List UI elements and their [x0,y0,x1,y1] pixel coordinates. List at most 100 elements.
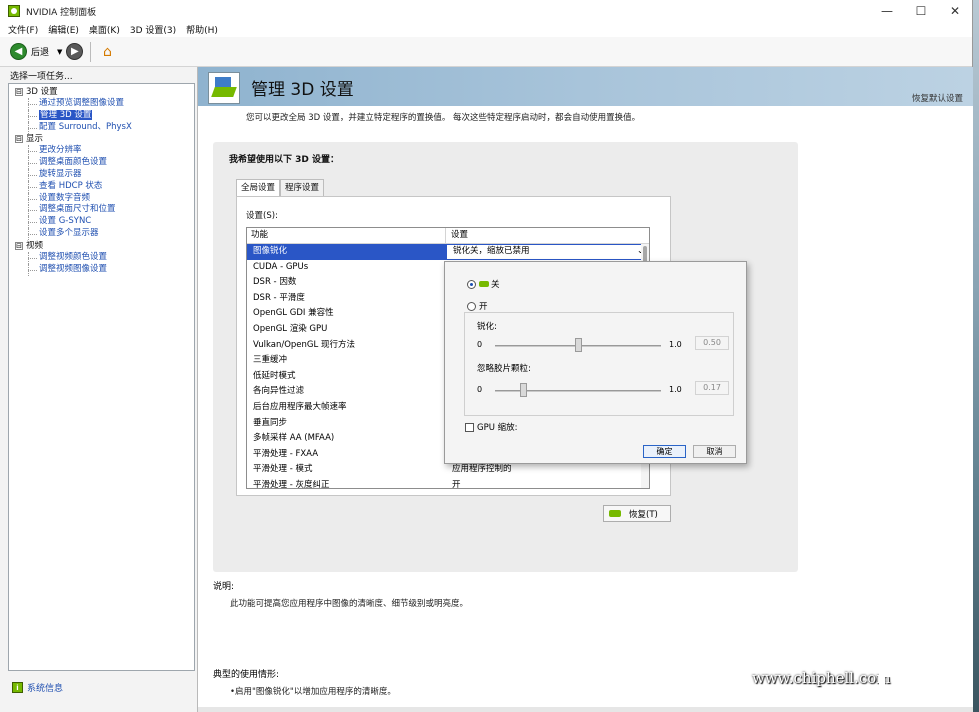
setting-cell: 应用程序控制的 [452,464,512,475]
tree-category-label: 3D 设置 [26,87,58,97]
grain-value-field[interactable]: 0.17 [695,381,729,395]
grain-label: 忽略胶片颗粒: [477,364,531,374]
horizontal-scrollbar[interactable] [198,707,973,712]
nvidia-badge-icon [479,281,489,287]
nvidia-badge-icon [609,510,621,517]
task-pane: 选择一项任务... ⊟ 3D 设置 通过预览调整图像设置 管理 3D 设置 配置… [0,67,197,712]
system-info-label[interactable]: 系统信息 [27,681,63,694]
feature-cell: CUDA - GPUs [253,261,309,272]
tab-global-settings[interactable]: 全局设置 [236,179,281,196]
feature-cell: 各向异性过滤 [253,386,305,397]
feature-cell: DSR - 因数 [253,277,297,288]
3d-settings-icon [208,72,240,104]
toolbar-divider [90,41,92,62]
task-pane-title: 选择一项任务... [10,72,73,82]
feature-cell: 平滑处理 - 模式 [253,464,313,475]
gpu-scaling-checkbox[interactable] [465,422,474,432]
table-row[interactable]: 图像锐化 锐化关，缩放已禁用 ⌄ [247,244,649,260]
tree-item-change-resolution[interactable]: 更改分辨率 [15,145,194,158]
sharpen-slider-thumb[interactable] [575,338,582,352]
radio-off[interactable] [467,279,476,289]
option-on-label: 开 [479,302,488,312]
option-off[interactable]: 关 [467,278,500,290]
cancel-button[interactable]: 取消 [693,445,736,458]
tree-item-video-image[interactable]: 调整视频图像设置 [15,263,194,276]
grain-slider-thumb[interactable] [520,383,528,397]
table-row[interactable]: 平滑处理 - 灰度纠正 开 [247,478,649,489]
tree-item-desktop-size-position[interactable]: 调整桌面尺寸和位置 [15,204,194,217]
menu-help[interactable]: 帮助(H) [186,23,218,36]
system-info-link[interactable]: i 系统信息 [12,681,63,694]
description-text: 此功能可提高您应用程序中图像的清晰度、细节级别或明亮度。 [230,599,469,609]
ok-button[interactable]: 确定 [643,445,686,458]
feature-cell: 图像锐化 [247,244,446,260]
feature-cell: OpenGL GDI 兼容性 [253,308,334,319]
tree-category-display[interactable]: ⊟ 显示 [15,133,194,145]
tree-item-rotate-display[interactable]: 旋转显示器 [15,168,194,181]
back-arrow-icon[interactable]: ◀ [10,43,27,60]
menu-3d-settings[interactable]: 3D 设置(3) [130,23,176,36]
tree-item-digital-audio[interactable]: 设置数字音频 [15,192,194,205]
tree-item-gsync[interactable]: 设置 G-SYNC [15,216,194,228]
tree-item-desktop-color[interactable]: 调整桌面颜色设置 [15,157,194,169]
tree-category-video[interactable]: ⊟ 视频 [15,240,194,252]
nvidia-app-icon [8,5,20,17]
menu-bar: 文件(F) 编辑(E) 桌面(K) 3D 设置(3) 帮助(H) [0,22,972,37]
back-history-dropdown[interactable]: ▼ [57,48,62,56]
feature-cell: 后台应用程序最大帧速率 [253,401,347,412]
tree-item-configure-surround-physx[interactable]: 配置 Surround、PhysX [15,121,194,134]
page-title: 管理 3D 设置 [251,80,354,100]
back-button-label[interactable]: 后退 [31,45,49,58]
menu-edit[interactable]: 编辑(E) [48,23,79,36]
tree-item-preview-image-settings[interactable]: 通过预览调整图像设置 [15,98,194,110]
tree-category-label: 视频 [26,240,44,251]
feature-cell: OpenGL 渲染 GPU [253,323,328,334]
tree-item-hdcp-status[interactable]: 查看 HDCP 状态 [15,180,194,193]
restore-defaults-link[interactable]: 恢复默认设置 [912,92,963,104]
content-pane: 管理 3D 设置 恢复默认设置 您可以更改全局 3D 设置，并建立特定程序的置换… [197,67,973,712]
table-row[interactable]: 平滑处理 - 模式 应用程序控制的 [247,462,649,478]
usage-label: 典型的使用情形: [213,670,280,680]
option-on[interactable]: 开 [467,300,488,312]
nvidia-control-panel-window: NVIDIA 控制面板 — ☐ ✕ 文件(F) 编辑(E) 桌面(K) 3D 设… [0,0,973,712]
menu-desktop[interactable]: 桌面(K) [89,23,120,36]
minimize-button[interactable]: — [870,0,904,22]
forward-arrow-icon[interactable]: ▶ [66,43,84,60]
feature-cell: 低延时模式 [253,370,296,381]
description-label: 说明: [213,582,235,592]
close-button[interactable]: ✕ [938,0,972,22]
sharpen-max: 1.0 [669,340,682,349]
menu-file[interactable]: 文件(F) [8,23,38,36]
sharpening-options-group: 锐化: 0 1.0 0.50 忽略胶片颗粒: 0 1.0 0.17 [464,312,734,416]
sharpen-value-field[interactable]: 0.50 [695,336,729,350]
option-off-label: 关 [491,280,500,290]
radio-on[interactable] [467,301,476,311]
tree-item-manage-3d-settings[interactable]: 管理 3D 设置 [15,109,194,122]
collapse-icon[interactable]: ⊟ [15,241,23,250]
column-header-setting[interactable]: 设置 [446,228,649,243]
usage-text: •启用"图像锐化"以增加应用程序的清晰度。 [230,687,396,697]
page-header: 管理 3D 设置 恢复默认设置 [198,67,973,106]
tree-item-multiple-displays[interactable]: 设置多个显示器 [15,227,194,240]
feature-cell: 平滑处理 - 灰度纠正 [253,479,330,489]
grain-min: 0 [477,385,483,394]
column-header-feature[interactable]: 功能 [247,228,446,243]
setting-value: 锐化关，缩放已禁用 [453,246,530,256]
feature-cell: Vulkan/OpenGL 现行方法 [253,339,355,350]
restore-button[interactable]: 恢复(T) [603,505,671,522]
home-icon[interactable]: ⌂ [98,43,116,61]
maximize-button[interactable]: ☐ [904,0,938,22]
collapse-icon[interactable]: ⊟ [15,88,23,96]
collapse-icon[interactable]: ⊟ [15,135,23,144]
setting-dropdown[interactable]: 锐化关，缩放已禁用 ⌄ [446,244,649,260]
feature-cell: 多帧采样 AA (MFAA) [253,433,335,444]
gpu-scaling-label: GPU 缩放: [477,423,518,433]
feature-cell: 垂直同步 [253,417,288,428]
tab-program-settings[interactable]: 程序设置 [280,179,325,196]
tree-item-video-color[interactable]: 调整视频颜色设置 [15,251,194,264]
gpu-scaling-option[interactable]: GPU 缩放: [465,421,518,433]
system-info-icon: i [12,682,23,693]
tree-category-3d-settings[interactable]: ⊟ 3D 设置 [15,86,194,98]
panel-heading: 我希望使用以下 3D 设置： [229,155,340,165]
task-tree: ⊟ 3D 设置 通过预览调整图像设置 管理 3D 设置 配置 Surround、… [8,83,195,671]
